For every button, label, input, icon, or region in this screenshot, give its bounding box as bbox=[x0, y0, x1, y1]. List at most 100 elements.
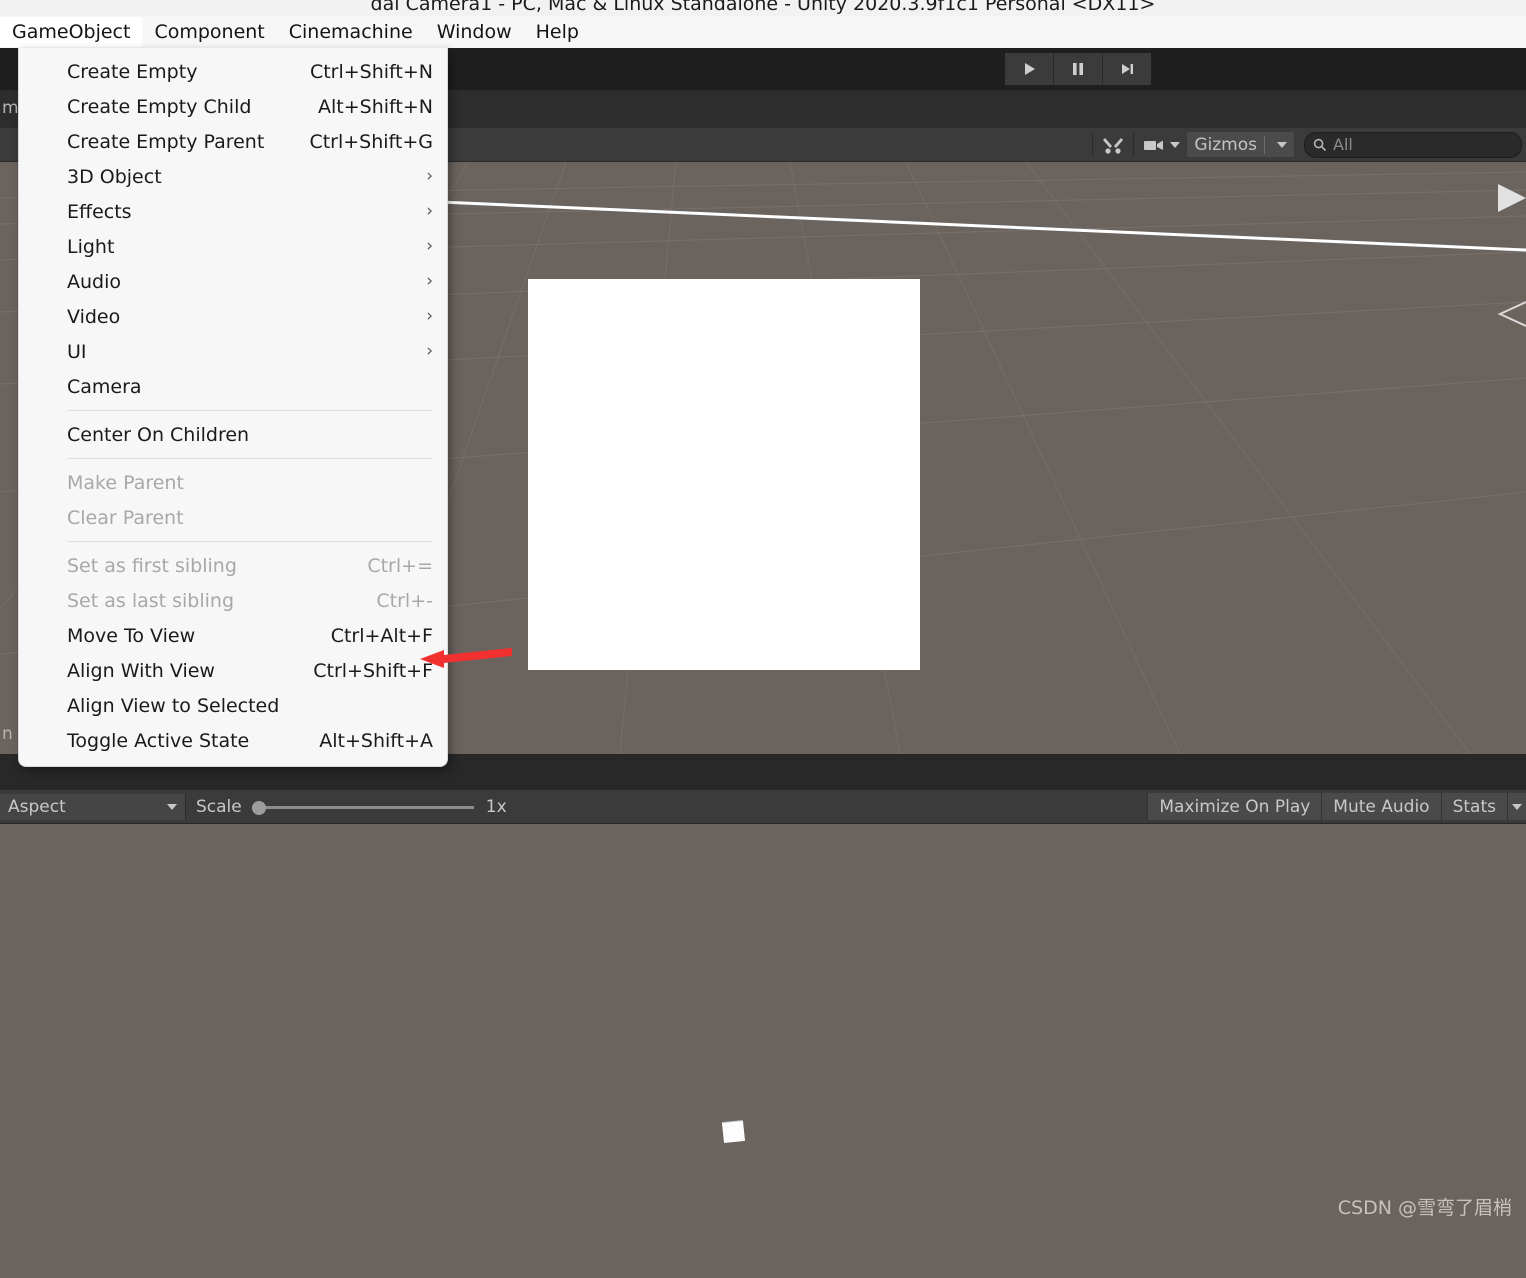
menu-item-label: Create Empty bbox=[67, 60, 198, 83]
window-title-bar: dal Camera1 - PC, Mac & Linux Standalone… bbox=[0, 0, 1526, 16]
scale-slider[interactable] bbox=[251, 799, 474, 815]
camera-icon bbox=[1144, 140, 1164, 150]
stats-button[interactable]: Stats bbox=[1440, 793, 1507, 820]
menu-item-align-view-to-selected[interactable]: Align View to Selected bbox=[19, 688, 447, 723]
scale-slider-knob[interactable] bbox=[251, 800, 266, 815]
aspect-dropdown[interactable]: Aspect bbox=[0, 793, 186, 820]
white-plane-object[interactable] bbox=[528, 279, 920, 670]
menu-item-create-empty-parent[interactable]: Create Empty Parent Ctrl+Shift+G bbox=[19, 124, 447, 159]
csdn-watermark: CSDN @雪弯了眉梢 bbox=[1337, 1197, 1512, 1219]
menu-item-create-empty[interactable]: Create Empty Ctrl+Shift+N bbox=[19, 54, 447, 89]
menu-item-create-empty-child[interactable]: Create Empty Child Alt+Shift+N bbox=[19, 89, 447, 124]
scene-tools-button[interactable] bbox=[1095, 132, 1131, 157]
menu-item-label: Set as first sibling bbox=[67, 554, 237, 577]
menu-item-clear-parent: Clear Parent bbox=[19, 500, 447, 535]
menu-item-set-as-first-sibling: Set as first sibling Ctrl+= bbox=[19, 548, 447, 583]
statusbar-chevron-down-icon bbox=[1512, 803, 1522, 810]
aspect-chevron-down-icon bbox=[167, 803, 177, 810]
scale-label: Scale bbox=[196, 796, 242, 817]
menu-item-label: Light bbox=[67, 235, 115, 258]
menu-bar-item-window[interactable]: Window bbox=[425, 17, 524, 47]
menu-item-3d-object[interactable]: 3D Object › bbox=[19, 159, 447, 194]
game-viewport[interactable] bbox=[0, 824, 1526, 1278]
menu-item-shortcut: Ctrl+Shift+G bbox=[309, 130, 433, 153]
menu-item-shortcut: Alt+Shift+A bbox=[319, 729, 433, 752]
submenu-chevron-right-icon: › bbox=[426, 271, 433, 291]
step-icon bbox=[1122, 64, 1133, 74]
aspect-label: Aspect bbox=[8, 796, 66, 817]
menu-separator-3 bbox=[67, 541, 433, 542]
scale-value: 1x bbox=[485, 796, 507, 817]
menu-item-camera[interactable]: Camera bbox=[19, 369, 447, 404]
gizmos-statusbar-button[interactable] bbox=[1507, 793, 1526, 820]
menu-bar-item-cinemachine[interactable]: Cinemachine bbox=[277, 17, 425, 47]
gizmos-button[interactable]: Gizmos bbox=[1187, 132, 1294, 157]
scene-search-field[interactable]: All bbox=[1304, 131, 1522, 158]
pause-button[interactable] bbox=[1054, 53, 1103, 85]
menu-item-label: UI bbox=[67, 340, 87, 363]
submenu-chevron-right-icon: › bbox=[426, 201, 433, 221]
game-view-statusbar: Aspect Scale 1x Maximize On Play Mute Au… bbox=[0, 790, 1526, 824]
menu-separator-1 bbox=[67, 410, 433, 411]
menu-item-shortcut: Ctrl+Shift+F bbox=[313, 659, 433, 682]
annotation-arrow-icon bbox=[420, 648, 512, 668]
gizmos-label: Gizmos bbox=[1194, 134, 1257, 155]
menu-item-align-with-view[interactable]: Align With View Ctrl+Shift+F bbox=[19, 653, 447, 688]
panel-tab-fragment-top: m bbox=[2, 98, 19, 118]
mute-audio-button[interactable]: Mute Audio bbox=[1321, 793, 1441, 820]
gizmos-divider bbox=[1264, 135, 1265, 154]
game-cube-object bbox=[722, 1120, 745, 1144]
menu-item-shortcut: Ctrl+= bbox=[367, 554, 433, 577]
menu-bar-item-component[interactable]: Component bbox=[142, 17, 276, 47]
menu-item-make-parent: Make Parent bbox=[19, 465, 447, 500]
menu-item-center-on-children[interactable]: Center On Children bbox=[19, 417, 447, 452]
menu-item-label: Create Empty Parent bbox=[67, 130, 265, 153]
menu-item-label: 3D Object bbox=[67, 165, 162, 188]
play-button[interactable] bbox=[1005, 53, 1054, 85]
menu-item-video[interactable]: Video › bbox=[19, 299, 447, 334]
window-title: dal Camera1 - PC, Mac & Linux Standalone… bbox=[370, 0, 1156, 15]
menu-item-label: Toggle Active State bbox=[67, 729, 250, 752]
menu-item-ui[interactable]: UI › bbox=[19, 334, 447, 369]
play-controls-group bbox=[1005, 53, 1151, 85]
menu-item-shortcut: Ctrl+- bbox=[376, 589, 433, 612]
menu-item-label: Video bbox=[67, 305, 121, 328]
menu-item-label: Align With View bbox=[67, 659, 215, 682]
menu-separator-2 bbox=[67, 458, 433, 459]
menu-item-label: Audio bbox=[67, 270, 122, 293]
menu-item-set-as-last-sibling: Set as last sibling Ctrl+- bbox=[19, 583, 447, 618]
menu-bar-item-help[interactable]: Help bbox=[524, 17, 591, 47]
menu-item-label: Center On Children bbox=[67, 423, 250, 446]
scene-search-placeholder: All bbox=[1333, 135, 1353, 154]
submenu-chevron-right-icon: › bbox=[426, 166, 433, 186]
gizmos-chevron-down-icon bbox=[1277, 141, 1287, 148]
menu-bar: GameObject Component Cinemachine Window … bbox=[0, 16, 1526, 48]
toolbar-divider-2 bbox=[1133, 132, 1135, 157]
menu-item-label: Set as last sibling bbox=[67, 589, 235, 612]
menu-item-light[interactable]: Light › bbox=[19, 229, 447, 264]
gameobject-dropdown-menu: Create Empty Ctrl+Shift+N Create Empty C… bbox=[18, 48, 448, 767]
chevron-down-icon bbox=[1170, 141, 1181, 148]
menu-item-audio[interactable]: Audio › bbox=[19, 264, 447, 299]
search-icon bbox=[1313, 138, 1327, 151]
menu-item-toggle-active-state[interactable]: Toggle Active State Alt+Shift+A bbox=[19, 723, 447, 758]
menu-bar-item-gameobject[interactable]: GameObject bbox=[0, 17, 143, 47]
menu-item-label: Effects bbox=[67, 200, 132, 223]
submenu-chevron-right-icon: › bbox=[426, 341, 433, 361]
scene-camera-button[interactable] bbox=[1136, 132, 1187, 157]
tools-icon bbox=[1103, 137, 1124, 154]
step-button[interactable] bbox=[1103, 53, 1151, 85]
menu-item-label: Clear Parent bbox=[67, 506, 184, 529]
menu-item-label: Create Empty Child bbox=[67, 95, 252, 118]
maximize-on-play-button[interactable]: Maximize On Play bbox=[1147, 793, 1322, 820]
menu-item-label: Align View to Selected bbox=[67, 694, 280, 717]
menu-item-effects[interactable]: Effects › bbox=[19, 194, 447, 229]
menu-item-label: Move To View bbox=[67, 624, 196, 647]
menu-item-shortcut: Ctrl+Shift+N bbox=[309, 60, 433, 83]
menu-item-shortcut: Ctrl+Alt+F bbox=[330, 624, 433, 647]
menu-item-move-to-view[interactable]: Move To View Ctrl+Alt+F bbox=[19, 618, 447, 653]
menu-item-label: Make Parent bbox=[67, 471, 184, 494]
submenu-chevron-right-icon: › bbox=[426, 236, 433, 256]
game-statusbar-buttons: Maximize On Play Mute Audio Stats bbox=[1147, 793, 1526, 820]
submenu-chevron-right-icon: › bbox=[426, 306, 433, 326]
